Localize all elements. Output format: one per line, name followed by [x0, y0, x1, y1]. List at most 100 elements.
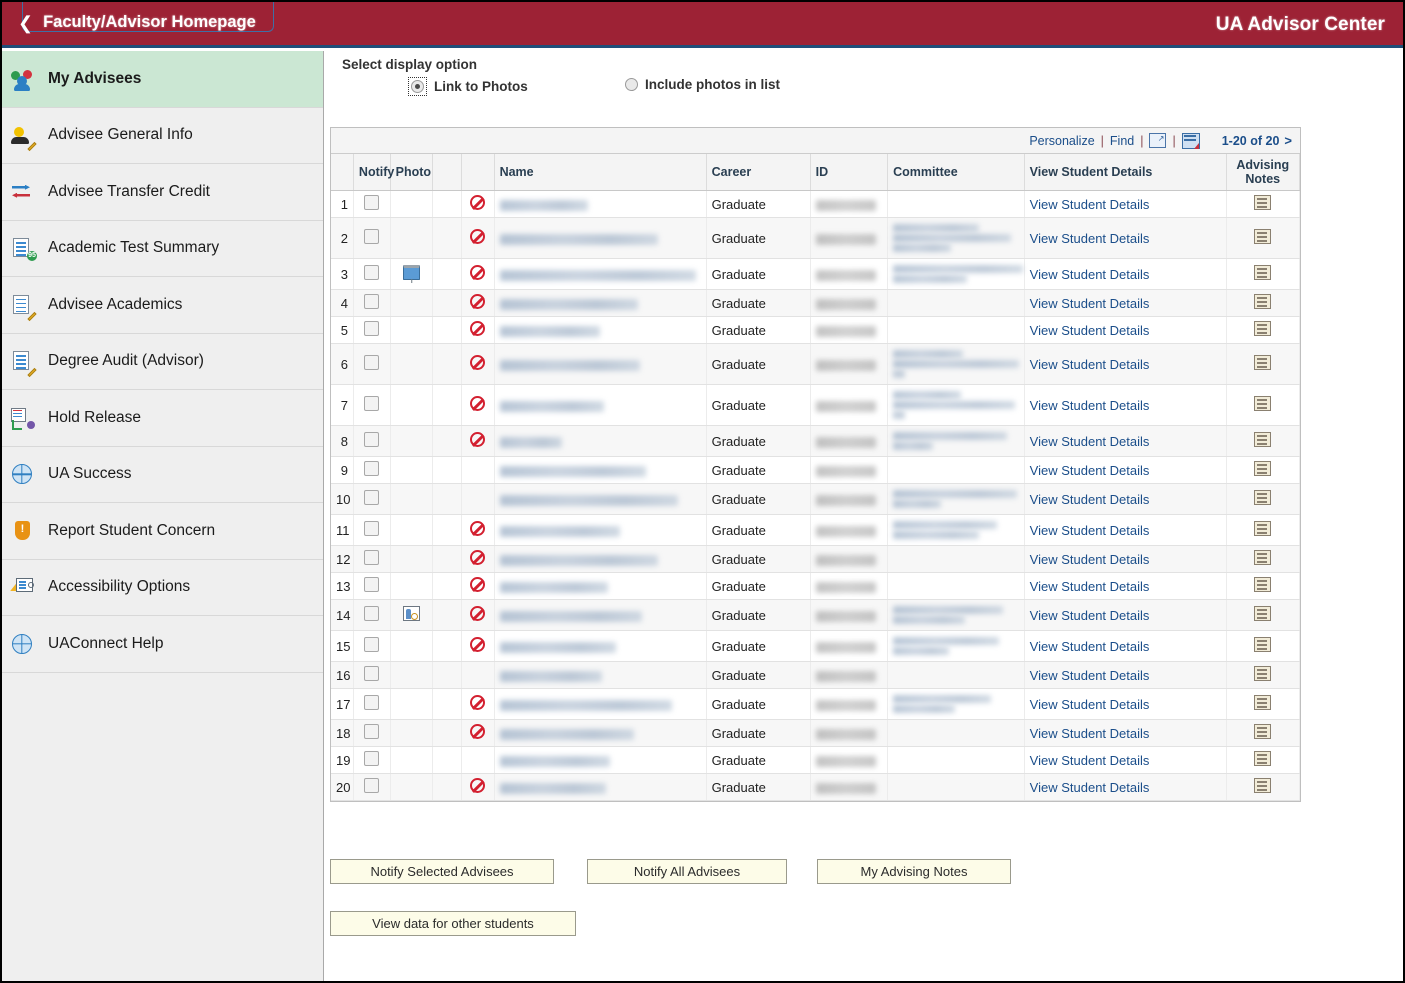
find-link[interactable]: Find	[1110, 134, 1134, 148]
view-student-details-link[interactable]: View Student Details	[1030, 552, 1150, 567]
advising-note-icon[interactable]	[1254, 355, 1274, 372]
name-cell[interactable]	[494, 456, 707, 484]
advising-note-icon[interactable]	[1254, 432, 1274, 449]
next-page-button[interactable]: >	[1284, 133, 1292, 148]
name-cell[interactable]	[494, 343, 707, 385]
notify-checkbox[interactable]	[364, 724, 380, 739]
view-student-details-link[interactable]: View Student Details	[1030, 726, 1150, 741]
sidebar-item-advisee-general-info[interactable]: Advisee General Info	[2, 107, 323, 164]
name-cell[interactable]	[494, 289, 707, 317]
advising-note-icon[interactable]	[1254, 606, 1274, 623]
view-student-details-link[interactable]: View Student Details	[1030, 780, 1150, 795]
name-cell[interactable]	[494, 572, 707, 600]
person-search-photo-icon[interactable]	[403, 606, 421, 621]
my-advising-notes-button[interactable]: My Advising Notes	[817, 859, 1011, 884]
advising-note-icon[interactable]	[1254, 461, 1274, 478]
advising-note-icon[interactable]	[1254, 321, 1274, 338]
advising-note-icon[interactable]	[1254, 724, 1274, 741]
notify-checkbox[interactable]	[364, 521, 380, 536]
view-student-details-link[interactable]: View Student Details	[1030, 697, 1150, 712]
sidebar-item-my-advisees[interactable]: My Advisees	[2, 51, 323, 108]
notify-checkbox[interactable]	[364, 550, 380, 565]
name-cell[interactable]	[494, 316, 707, 344]
sidebar-item-uaconnect-help[interactable]: UAConnect Help	[2, 616, 323, 673]
radio-button-icon[interactable]	[411, 80, 424, 93]
view-student-details-link[interactable]: View Student Details	[1030, 579, 1150, 594]
advising-note-icon[interactable]	[1254, 695, 1274, 712]
sidebar-item-advisee-transfer-credit[interactable]: Advisee Transfer Credit	[2, 164, 323, 221]
name-cell[interactable]	[494, 630, 707, 662]
name-cell[interactable]	[494, 190, 707, 218]
view-student-details-link[interactable]: View Student Details	[1030, 523, 1150, 538]
view-student-details-link[interactable]: View Student Details	[1030, 434, 1150, 449]
notify-all-advisees-button[interactable]: Notify All Advisees	[587, 859, 787, 884]
name-cell[interactable]	[494, 258, 707, 290]
notify-checkbox[interactable]	[364, 461, 380, 476]
sidebar-item-report-student-concern[interactable]: ! Report Student Concern	[2, 503, 323, 560]
notify-checkbox[interactable]	[364, 195, 380, 210]
name-cell[interactable]	[494, 217, 707, 259]
name-cell[interactable]	[494, 599, 707, 631]
notify-checkbox[interactable]	[364, 751, 380, 766]
notify-checkbox[interactable]	[364, 396, 380, 411]
notify-checkbox[interactable]	[364, 666, 380, 681]
notify-checkbox[interactable]	[364, 695, 380, 710]
notify-checkbox[interactable]	[364, 294, 380, 309]
name-cell[interactable]	[494, 545, 707, 573]
advising-note-icon[interactable]	[1254, 229, 1274, 246]
notify-checkbox[interactable]	[364, 321, 380, 336]
notify-checkbox[interactable]	[364, 637, 380, 652]
view-student-details-link[interactable]: View Student Details	[1030, 357, 1150, 372]
notify-checkbox[interactable]	[364, 432, 380, 447]
view-student-details-link[interactable]: View Student Details	[1030, 323, 1150, 338]
advising-note-icon[interactable]	[1254, 490, 1274, 507]
name-cell[interactable]	[494, 746, 707, 774]
view-student-details-link[interactable]: View Student Details	[1030, 753, 1150, 768]
radio-link-to-photos[interactable]: Link to Photos	[408, 77, 528, 96]
notify-checkbox[interactable]	[364, 265, 380, 280]
name-cell[interactable]	[494, 661, 707, 689]
advising-note-icon[interactable]	[1254, 577, 1274, 594]
view-student-details-link[interactable]: View Student Details	[1030, 608, 1150, 623]
view-data-for-other-students-button[interactable]: View data for other students	[330, 911, 576, 936]
view-student-details-link[interactable]: View Student Details	[1030, 398, 1150, 413]
notify-checkbox[interactable]	[364, 490, 380, 505]
advising-note-icon[interactable]	[1254, 396, 1274, 413]
advising-note-icon[interactable]	[1254, 265, 1274, 282]
name-cell[interactable]	[494, 425, 707, 457]
notify-checkbox[interactable]	[364, 355, 380, 370]
view-student-details-link[interactable]: View Student Details	[1030, 267, 1150, 282]
view-student-details-link[interactable]: View Student Details	[1030, 463, 1150, 478]
name-cell[interactable]	[494, 773, 707, 801]
download-spreadsheet-icon[interactable]	[1181, 132, 1200, 149]
radio-include-photos-in-list[interactable]: Include photos in list	[625, 77, 780, 92]
radio-button-icon[interactable]	[625, 78, 638, 91]
name-cell[interactable]	[494, 514, 707, 546]
advising-note-icon[interactable]	[1254, 195, 1274, 212]
sidebar-item-hold-release[interactable]: Hold Release	[2, 390, 323, 447]
view-student-details-link[interactable]: View Student Details	[1030, 197, 1150, 212]
advising-note-icon[interactable]	[1254, 294, 1274, 311]
notify-selected-advisees-button[interactable]: Notify Selected Advisees	[330, 859, 554, 884]
name-cell[interactable]	[494, 719, 707, 747]
notify-checkbox[interactable]	[364, 229, 380, 244]
advising-note-icon[interactable]	[1254, 666, 1274, 683]
sidebar-item-ua-success[interactable]: UA Success	[2, 446, 323, 503]
sidebar-item-degree-audit[interactable]: Degree Audit (Advisor)	[2, 333, 323, 390]
sidebar-item-accessibility-options[interactable]: Accessibility Options	[2, 559, 323, 616]
advising-note-icon[interactable]	[1254, 778, 1274, 795]
advising-note-icon[interactable]	[1254, 637, 1274, 654]
sidebar-item-advisee-academics[interactable]: Advisee Academics	[2, 277, 323, 334]
back-to-homepage-nav[interactable]: ❮ Faculty/Advisor Homepage	[18, 13, 256, 32]
advising-note-icon[interactable]	[1254, 751, 1274, 768]
notify-checkbox[interactable]	[364, 606, 380, 621]
notify-checkbox[interactable]	[364, 778, 380, 793]
name-cell[interactable]	[494, 384, 707, 426]
notify-checkbox[interactable]	[364, 577, 380, 592]
view-student-details-link[interactable]: View Student Details	[1030, 668, 1150, 683]
advising-note-icon[interactable]	[1254, 521, 1274, 538]
name-cell[interactable]	[494, 483, 707, 515]
sidebar-item-academic-test-summary[interactable]: 95 Academic Test Summary	[2, 220, 323, 277]
view-all-icon[interactable]: ↗	[1149, 133, 1167, 148]
name-cell[interactable]	[494, 688, 707, 720]
